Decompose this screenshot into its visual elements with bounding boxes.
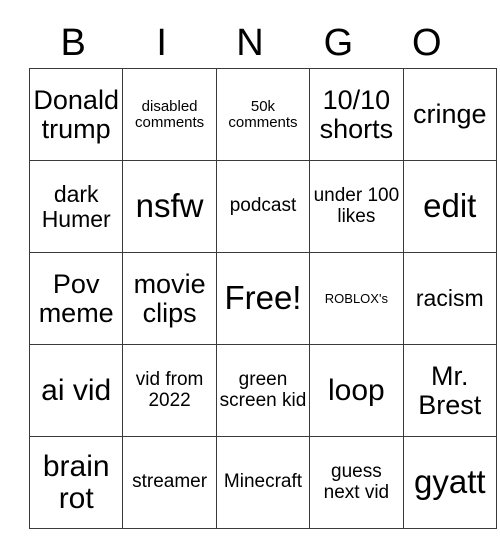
bingo-cell[interactable]: disabled comments: [122, 68, 217, 161]
bingo-cell[interactable]: nsfw: [122, 160, 217, 253]
bingo-header-letter-g: G: [323, 22, 354, 64]
bingo-card: B I N G O Donald trump disabled comments…: [28, 18, 497, 529]
bingo-cell[interactable]: Minecraft: [215, 436, 311, 529]
bingo-header-letter-n: N: [236, 22, 264, 64]
bingo-cell[interactable]: under 100 likes: [309, 160, 404, 253]
bingo-cell[interactable]: edit: [402, 160, 497, 253]
bingo-header-letter-i: I: [156, 22, 167, 64]
bingo-cell[interactable]: loop: [309, 344, 404, 437]
bingo-row: Donald trump disabled comments 50k comme…: [28, 68, 497, 161]
bingo-cell[interactable]: racism: [402, 252, 497, 345]
bingo-free-space[interactable]: Free!: [215, 252, 311, 345]
bingo-cell[interactable]: podcast: [215, 160, 311, 253]
bingo-cell[interactable]: green screen kid: [215, 344, 311, 437]
bingo-cell[interactable]: 50k comments: [215, 68, 311, 161]
bingo-header-letter-b: B: [60, 22, 86, 64]
bingo-cell[interactable]: movie clips: [122, 252, 217, 345]
bingo-cell[interactable]: brain rot: [28, 436, 124, 529]
bingo-row: dark Humer nsfw podcast under 100 likes …: [28, 160, 497, 253]
bingo-row: brain rot streamer Minecraft guess next …: [28, 436, 497, 529]
bingo-cell[interactable]: Mr. Brest: [402, 344, 497, 437]
bingo-cell[interactable]: vid from 2022: [122, 344, 217, 437]
bingo-row: Pov meme movie clips Free! ROBLOX's raci…: [28, 252, 497, 345]
bingo-header-row: B I N G O: [29, 18, 471, 68]
bingo-row: ai vid vid from 2022 green screen kid lo…: [28, 344, 497, 437]
bingo-cell[interactable]: Pov meme: [28, 252, 124, 345]
bingo-cell[interactable]: guess next vid: [309, 436, 404, 529]
bingo-cell[interactable]: Donald trump: [28, 68, 124, 161]
bingo-cell[interactable]: ai vid: [28, 344, 124, 437]
bingo-cell[interactable]: streamer: [122, 436, 217, 529]
bingo-grid: Donald trump disabled comments 50k comme…: [28, 68, 497, 529]
bingo-cell[interactable]: dark Humer: [28, 160, 124, 253]
bingo-cell[interactable]: gyatt: [402, 436, 497, 529]
bingo-cell[interactable]: ROBLOX's: [309, 252, 404, 345]
bingo-cell[interactable]: cringe: [402, 68, 497, 161]
bingo-cell[interactable]: 10/10 shorts: [309, 68, 404, 161]
bingo-header-letter-o: O: [412, 22, 442, 64]
